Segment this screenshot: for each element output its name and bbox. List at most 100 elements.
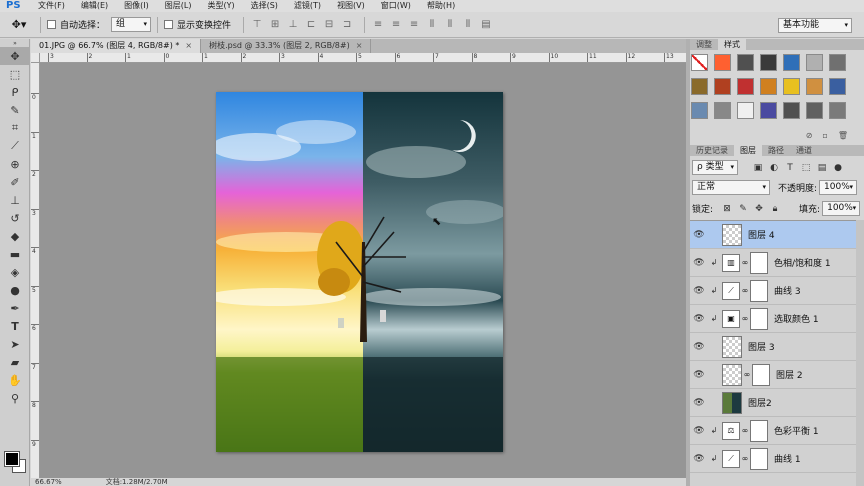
zoom-level[interactable]: 66.67% — [35, 478, 62, 486]
blend-mode-dropdown[interactable]: 正常 ▾ — [692, 180, 770, 195]
tab-paths[interactable]: 路径 — [762, 145, 790, 156]
layer-mask-thumbnail[interactable] — [752, 363, 770, 386]
auto-align-icon[interactable]: ▤ — [479, 18, 493, 32]
align-right-icon[interactable]: ⊐ — [340, 18, 354, 32]
filter-shape-icon[interactable]: ⬚ — [800, 162, 812, 174]
path-select-tool-icon[interactable]: ➤ — [0, 335, 30, 353]
layer-mask-thumbnail[interactable] — [750, 251, 768, 274]
color-balance-adjustment-icon[interactable]: ⚖ — [722, 421, 740, 440]
tab-history[interactable]: 历史记录 — [690, 145, 734, 156]
layer-mask-thumbnail[interactable] — [750, 279, 768, 302]
align-top-icon[interactable]: ⊤ — [250, 18, 264, 32]
horizontal-ruler[interactable]: 32101234567891011121314 — [40, 53, 686, 63]
crop-tool-icon[interactable]: ⌗ — [0, 119, 30, 137]
quick-select-tool-icon[interactable]: ✎ — [0, 101, 30, 119]
curves-adjustment-icon[interactable]: ⟋ — [722, 449, 740, 468]
distribute-left-icon[interactable]: ⫴ — [425, 18, 439, 32]
canvas-area[interactable]: ⬉ — [40, 63, 686, 478]
style-swatch[interactable] — [760, 54, 777, 71]
style-swatch[interactable] — [829, 54, 846, 71]
lock-all-icon[interactable]: 🔒︎ — [769, 203, 781, 215]
curves-adjustment-icon[interactable]: ⟋ — [722, 281, 740, 300]
gradient-tool-icon[interactable]: ▬ — [0, 245, 30, 263]
visibility-eye-icon[interactable]: 👁︎ — [690, 342, 708, 352]
distribute-bottom-icon[interactable]: ≡ — [407, 18, 421, 32]
vertical-ruler[interactable]: 01234567891 — [31, 63, 40, 478]
selective-color-adjustment-icon[interactable]: ▣ — [722, 309, 740, 328]
layer-mask-thumbnail[interactable] — [750, 419, 768, 442]
align-bottom-icon[interactable]: ⊥ — [286, 18, 300, 32]
dodge-tool-icon[interactable]: ● — [0, 281, 30, 299]
filter-toggle-icon[interactable]: ● — [832, 162, 844, 174]
workspace-dropdown[interactable]: 基本功能 ▾ — [778, 18, 852, 33]
style-swatch[interactable] — [691, 102, 708, 119]
align-left-icon[interactable]: ⊏ — [304, 18, 318, 32]
style-swatch[interactable] — [714, 102, 731, 119]
move-tool-preset-icon[interactable]: ✥▾ — [4, 15, 34, 35]
document-canvas[interactable] — [216, 92, 503, 452]
menu-file[interactable]: 文件(F) — [30, 0, 73, 12]
link-chain-icon[interactable]: ∞ — [740, 314, 750, 323]
healing-brush-tool-icon[interactable]: ⊕ — [0, 155, 30, 173]
style-swatch[interactable] — [737, 54, 754, 71]
layer-row[interactable]: 👁︎ 图层 4 — [690, 221, 856, 249]
hand-tool-icon[interactable]: ✋ — [0, 371, 30, 389]
layers-scrollbar[interactable] — [856, 220, 864, 486]
style-swatch[interactable] — [714, 78, 731, 95]
zoom-tool-icon[interactable]: ⚲ — [0, 389, 30, 407]
layer-row[interactable]: 👁︎ ↲ ⟋ ∞ 曲线 3 — [690, 277, 856, 305]
style-swatch[interactable] — [714, 54, 731, 71]
menu-image[interactable]: 图像(I) — [116, 0, 157, 12]
distribute-hcenter-icon[interactable]: ⫴ — [443, 18, 457, 32]
lock-transparent-icon[interactable]: ⊠ — [721, 203, 733, 215]
distribute-right-icon[interactable]: ⫴ — [461, 18, 475, 32]
hue-sat-adjustment-icon[interactable]: ▥ — [722, 253, 740, 272]
menu-help[interactable]: 帮助(H) — [419, 0, 463, 12]
collapse-icon[interactable]: » — [0, 39, 30, 47]
style-swatch[interactable] — [806, 102, 823, 119]
align-vcenter-icon[interactable]: ⊞ — [268, 18, 282, 32]
shape-tool-icon[interactable]: ▰ — [0, 353, 30, 371]
new-style-icon[interactable]: ▫ — [822, 131, 827, 141]
visibility-eye-icon[interactable]: 👁︎ — [690, 426, 708, 436]
distribute-vcenter-icon[interactable]: ≡ — [389, 18, 403, 32]
style-swatch[interactable] — [806, 78, 823, 95]
layer-row[interactable]: 👁︎ 图层 3 — [690, 333, 856, 361]
link-chain-icon[interactable]: ∞ — [740, 286, 750, 295]
clear-style-icon[interactable]: ⊘ — [806, 131, 813, 141]
visibility-eye-icon[interactable]: 👁︎ — [690, 258, 708, 268]
lasso-tool-icon[interactable]: ᑭ — [0, 83, 30, 101]
style-swatch[interactable] — [760, 102, 777, 119]
show-transform-checkbox[interactable] — [164, 20, 174, 29]
layer-row[interactable]: 👁︎ ↲ ⚖ ∞ 色彩平衡 1 — [690, 417, 856, 445]
style-swatch[interactable] — [691, 54, 708, 71]
layer-row[interactable]: 👁︎ ↲ ⟋ ∞ 曲线 1 — [690, 445, 856, 473]
filter-smart-object-icon[interactable]: ▤ — [816, 162, 828, 174]
style-swatch[interactable] — [829, 78, 846, 95]
move-tool-icon[interactable]: ✥ — [0, 47, 30, 65]
layer-row[interactable]: 👁︎ 图层2 — [690, 389, 856, 417]
visibility-eye-icon[interactable]: 👁︎ — [690, 370, 708, 380]
tab-styles[interactable]: 样式 — [718, 39, 746, 50]
style-swatch[interactable] — [737, 78, 754, 95]
link-chain-icon[interactable]: ∞ — [740, 426, 750, 435]
type-tool-icon[interactable]: T — [0, 317, 30, 335]
tab-adjustments[interactable]: 调整 — [690, 39, 718, 50]
eraser-tool-icon[interactable]: ◆ — [0, 227, 30, 245]
layer-row[interactable]: 👁︎ ∞ 图层 2 — [690, 361, 856, 389]
filter-adjustment-icon[interactable]: ◐ — [768, 162, 780, 174]
align-hcenter-icon[interactable]: ⊟ — [322, 18, 336, 32]
visibility-eye-icon[interactable]: 👁︎ — [690, 398, 708, 408]
style-swatch[interactable] — [760, 78, 777, 95]
marquee-tool-icon[interactable]: ⬚ — [0, 65, 30, 83]
style-swatch[interactable] — [691, 78, 708, 95]
lock-pixels-icon[interactable]: ✎ — [737, 203, 749, 215]
filter-type-icon[interactable]: T — [784, 162, 796, 174]
style-swatch[interactable] — [783, 54, 800, 71]
layer-mask-thumbnail[interactable] — [750, 307, 768, 330]
layer-thumbnail[interactable] — [722, 391, 742, 414]
opacity-field[interactable]: 100% ▾ — [819, 180, 858, 195]
tab-channels[interactable]: 通道 — [790, 145, 818, 156]
fill-field[interactable]: 100% ▾ — [822, 201, 861, 216]
style-swatch[interactable] — [829, 102, 846, 119]
